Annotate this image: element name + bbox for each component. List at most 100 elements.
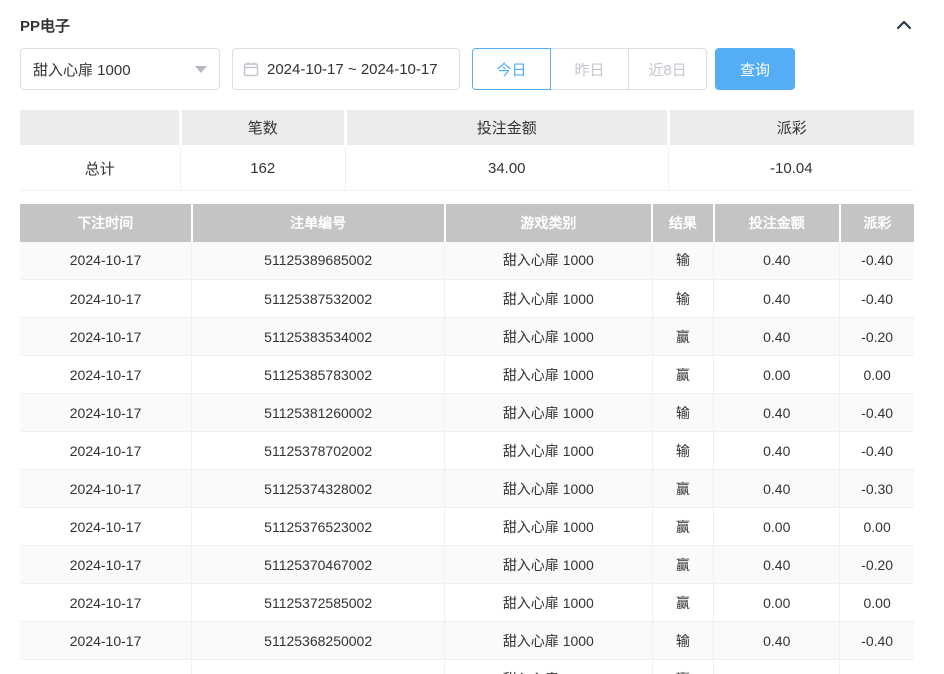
summary-col-payout: 派彩 [668,110,914,146]
records-body: 2024-10-1751125389685002甜入心扉 1000输0.40-0… [20,242,914,674]
summary-header-row: 笔数 投注金额 派彩 [20,110,914,146]
bet-amount-cell: 0.40 [714,242,840,280]
panel-header: PP电子 [20,12,914,38]
panel-title: PP电子 [20,15,70,36]
summary-total-count: 162 [180,146,345,190]
game-type-cell: 甜入心扉 1000 [445,242,652,280]
summary-col-count: 笔数 [180,110,345,146]
bet-amount-cell: 0.00 [714,356,840,394]
summary-total-bet-amount: 34.00 [345,146,668,190]
summary-table: 笔数 投注金额 派彩 总计 162 34.00 -10.04 [20,110,914,191]
payout-cell: 0.00 [840,660,914,674]
result-cell: 赢 [652,584,714,622]
result-cell: 赢 [652,508,714,546]
records-header-row: 下注时间 注单编号 游戏类别 结果 投注金额 派彩 [20,204,914,242]
bet-time-cell: 2024-10-17 [20,242,192,280]
game-type-cell: 甜入心扉 1000 [445,356,652,394]
bet-time-cell: 2024-10-17 [20,432,192,470]
order-no-cell: 51125381260002 [192,394,445,432]
payout-cell: -0.40 [840,394,914,432]
col-result: 结果 [652,204,714,242]
order-no-cell: 51125374328002 [192,470,445,508]
game-type-cell: 甜入心扉 1000 [445,432,652,470]
payout-cell: 0.00 [840,508,914,546]
bet-time-cell: 2024-10-17 [20,318,192,356]
game-type-cell: 甜入心扉 1000 [445,508,652,546]
payout-cell: 0.00 [840,584,914,622]
bet-amount-cell: 0.00 [714,508,840,546]
summary-total-label: 总计 [20,146,180,190]
bet-time-cell: 2024-10-17 [20,394,192,432]
table-row: 2024-10-1751125376523002甜入心扉 1000赢0.000.… [20,508,914,546]
bet-amount-cell: 0.40 [714,622,840,660]
result-cell: 输 [652,242,714,280]
table-row: 2024-10-1751125385783002甜入心扉 1000赢0.000.… [20,356,914,394]
table-row: 2024-10-1751125368250002甜入心扉 1000输0.40-0… [20,622,914,660]
result-cell: 输 [652,432,714,470]
date-range-input[interactable]: 2024-10-17 ~ 2024-10-17 [232,48,460,90]
order-no-cell: 51125368250002 [192,622,445,660]
table-row: 2024-10-1751125374328002甜入心扉 1000赢0.40-0… [20,470,914,508]
col-bet-time: 下注时间 [20,204,192,242]
quick-filter-button-0[interactable]: 今日 [472,48,551,90]
col-order-no: 注单编号 [192,204,445,242]
payout-cell: -0.30 [840,470,914,508]
result-cell: 赢 [652,470,714,508]
game-type-cell: 甜入心扉 1000 [445,394,652,432]
bet-amount-cell: 0.40 [714,280,840,318]
filter-bar: 甜入心扉 1000 2024-10-17 ~ 2024-10-17 今日昨日近8… [20,48,914,90]
table-row: 2024-10-1751125372585002甜入心扉 1000赢0.000.… [20,584,914,622]
game-select-value: 甜入心扉 1000 [33,59,131,80]
result-cell: 输 [652,622,714,660]
bet-time-cell: 2024-10-17 [20,584,192,622]
bet-amount-cell: 0.40 [714,470,840,508]
table-row: 2024-10-1751125381260002甜入心扉 1000输0.40-0… [20,394,914,432]
table-row: 2024-10-1751125365360002甜入心扉 1000赢0.000.… [20,660,914,674]
payout-cell: 0.00 [840,356,914,394]
quick-filter-button-2[interactable]: 近8日 [628,48,707,90]
game-type-cell: 甜入心扉 1000 [445,584,652,622]
bet-amount-cell: 0.40 [714,318,840,356]
table-row: 2024-10-1751125383534002甜入心扉 1000赢0.40-0… [20,318,914,356]
game-type-cell: 甜入心扉 1000 [445,660,652,674]
col-payout: 派彩 [840,204,914,242]
order-no-cell: 51125376523002 [192,508,445,546]
payout-cell: -0.40 [840,280,914,318]
bet-time-cell: 2024-10-17 [20,546,192,584]
result-cell: 赢 [652,546,714,584]
bet-amount-cell: 0.40 [714,432,840,470]
table-row: 2024-10-1751125370467002甜入心扉 1000赢0.40-0… [20,546,914,584]
search-button[interactable]: 查询 [715,48,795,90]
col-game-type: 游戏类别 [445,204,652,242]
order-no-cell: 51125378702002 [192,432,445,470]
game-type-cell: 甜入心扉 1000 [445,280,652,318]
bet-time-cell: 2024-10-17 [20,280,192,318]
order-no-cell: 51125389685002 [192,242,445,280]
summary-total-row: 总计 162 34.00 -10.04 [20,146,914,190]
result-cell: 输 [652,394,714,432]
bet-time-cell: 2024-10-17 [20,660,192,674]
date-range-value: 2024-10-17 ~ 2024-10-17 [267,61,438,78]
game-select[interactable]: 甜入心扉 1000 [20,48,220,90]
bet-amount-cell: 0.40 [714,546,840,584]
bet-time-cell: 2024-10-17 [20,508,192,546]
payout-cell: -0.20 [840,546,914,584]
summary-total-payout: -10.04 [668,146,914,190]
collapse-button[interactable] [894,16,914,35]
result-cell: 赢 [652,318,714,356]
summary-col-blank [20,110,180,146]
chevron-up-icon [896,18,912,33]
table-row: 2024-10-1751125387532002甜入心扉 1000输0.40-0… [20,280,914,318]
order-no-cell: 51125370467002 [192,546,445,584]
payout-cell: -0.40 [840,432,914,470]
quick-filter-button-1[interactable]: 昨日 [550,48,629,90]
table-row: 2024-10-1751125378702002甜入心扉 1000输0.40-0… [20,432,914,470]
calendar-icon [243,61,259,77]
result-cell: 赢 [652,356,714,394]
col-bet-amount: 投注金额 [714,204,840,242]
order-no-cell: 51125385783002 [192,356,445,394]
report-panel: PP电子 甜入心扉 1000 2024-10-17 ~ 2024-10-17 今… [0,0,944,674]
bet-time-cell: 2024-10-17 [20,622,192,660]
bet-time-cell: 2024-10-17 [20,470,192,508]
payout-cell: -0.40 [840,242,914,280]
